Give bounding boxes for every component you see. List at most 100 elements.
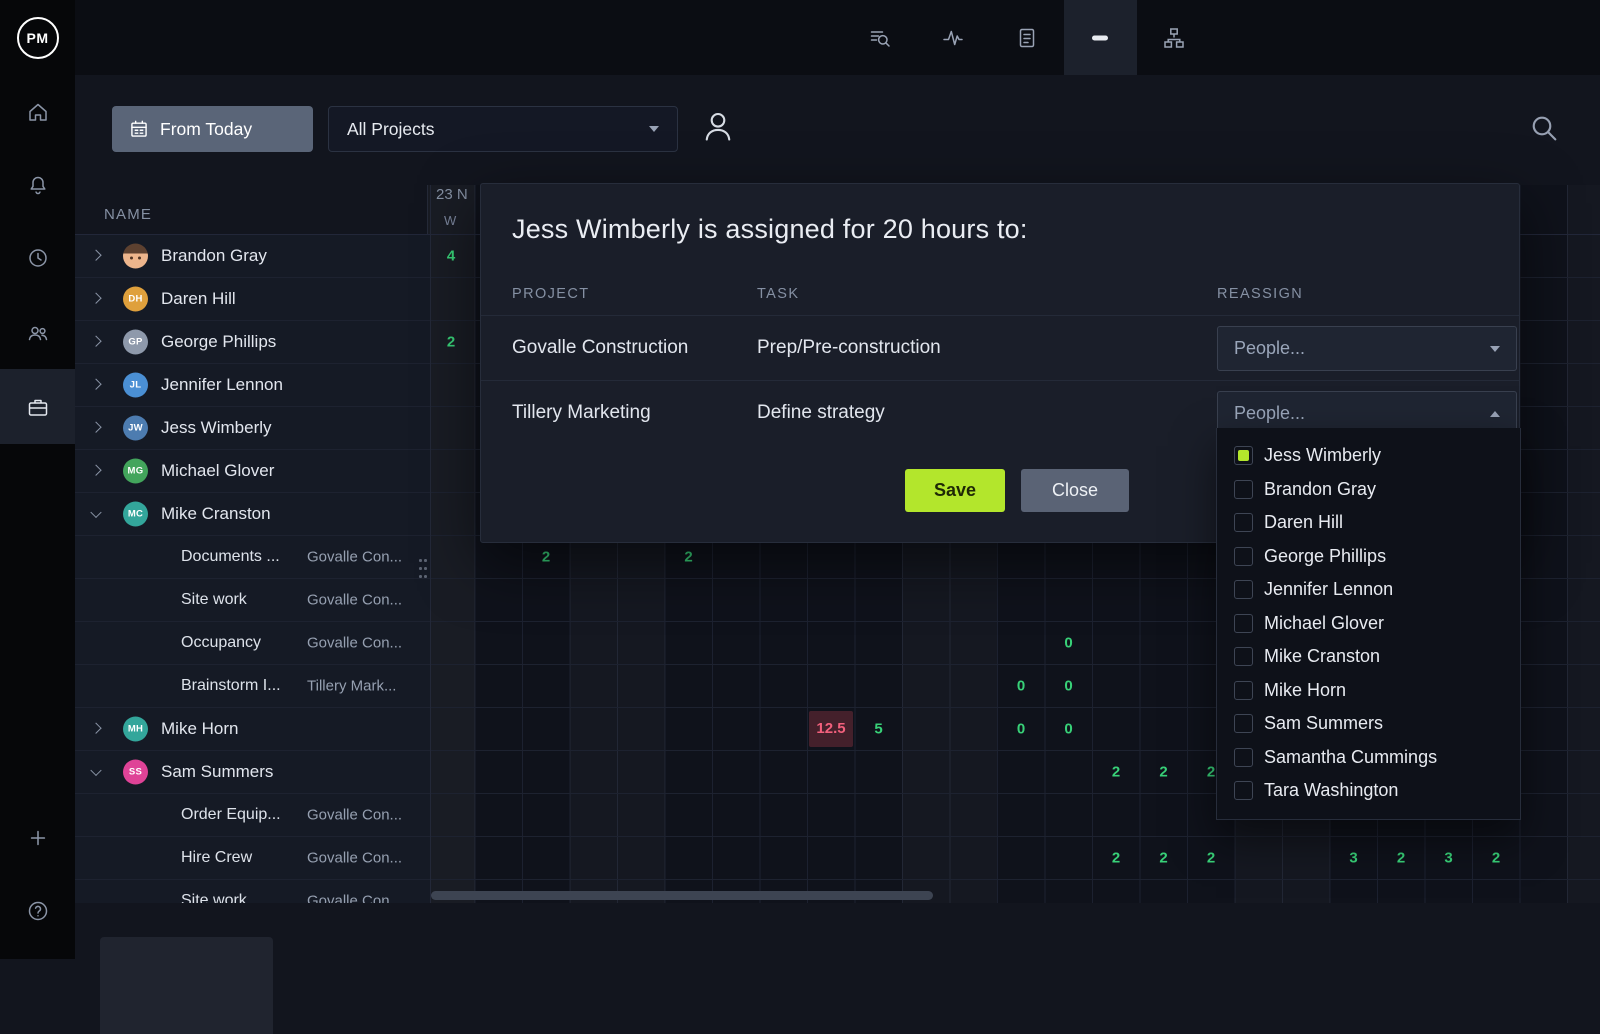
reassign-option[interactable]: Michael Glover <box>1217 607 1520 641</box>
checkbox-unchecked-icon[interactable] <box>1234 714 1253 733</box>
reassign-select-value: People... <box>1234 403 1305 424</box>
reassign-option[interactable]: Daren Hill <box>1217 506 1520 540</box>
reassign-option[interactable]: Mike Cranston <box>1217 640 1520 674</box>
panel-resize-handle[interactable] <box>419 557 428 585</box>
expand-chevron-icon[interactable] <box>90 422 101 433</box>
avatar: GP <box>123 330 148 355</box>
reassign-option[interactable]: Sam Summers <box>1217 707 1520 741</box>
hours-cell[interactable]: 0 <box>997 721 1045 738</box>
hours-cell[interactable]: 5 <box>855 721 903 738</box>
row-name-cell: MGMichael Glover <box>75 450 430 492</box>
project-filter-value: All Projects <box>347 119 435 140</box>
row-name-cell: Brandon Gray <box>75 235 430 277</box>
notifications-icon[interactable] <box>0 147 75 222</box>
checkbox-unchecked-icon[interactable] <box>1234 614 1253 633</box>
expand-chevron-icon[interactable] <box>90 723 101 734</box>
assignment-task: Define strategy <box>757 402 885 424</box>
collapse-chevron-icon[interactable] <box>90 765 101 776</box>
row-name-cell: DHDaren Hill <box>75 278 430 320</box>
person-icon[interactable] <box>700 108 736 149</box>
row-name-cell: MHMike Horn <box>75 708 430 750</box>
tab-notes[interactable] <box>990 0 1064 75</box>
close-button[interactable]: Close <box>1021 469 1129 512</box>
hours-cell[interactable]: 2 <box>522 549 570 566</box>
avatar <box>123 244 148 269</box>
checkbox-unchecked-icon[interactable] <box>1234 547 1253 566</box>
calendar-icon <box>129 119 149 139</box>
hours-cell[interactable]: 2 <box>665 549 713 566</box>
reassign-option[interactable]: Jess Wimberly <box>1217 439 1520 473</box>
expand-chevron-icon[interactable] <box>90 250 101 261</box>
reassign-option[interactable]: Brandon Gray <box>1217 473 1520 507</box>
projects-icon[interactable] <box>0 369 75 444</box>
person-name: Mike Horn <box>161 719 238 739</box>
hours-cell[interactable]: 0 <box>997 678 1045 695</box>
tab-workload[interactable] <box>1064 0 1138 75</box>
checkbox-unchecked-icon[interactable] <box>1234 781 1253 800</box>
reassign-option[interactable]: Mike Horn <box>1217 674 1520 708</box>
bottom-left-panel-partial <box>100 937 273 1034</box>
drag-dots-icon <box>419 559 422 562</box>
checkbox-checked-icon[interactable] <box>1234 446 1253 465</box>
tab-find[interactable] <box>843 0 917 75</box>
home-icon[interactable] <box>0 74 75 149</box>
hours-cell[interactable]: 2 <box>1092 764 1140 781</box>
save-button[interactable]: Save <box>905 469 1005 512</box>
row-name-cell: OccupancyGovalle Con... <box>75 622 430 664</box>
reassign-option[interactable]: Samantha Cummings <box>1217 741 1520 775</box>
hours-cell[interactable]: 2 <box>1187 850 1235 867</box>
checkbox-unchecked-icon[interactable] <box>1234 681 1253 700</box>
project-filter-select[interactable]: All Projects <box>328 106 678 152</box>
row-name-cell: SSSam Summers <box>75 751 430 793</box>
option-label: Michael Glover <box>1264 613 1384 634</box>
hours-cell[interactable]: 2 <box>1140 850 1188 867</box>
hours-cell[interactable]: 3 <box>1425 850 1473 867</box>
option-label: Sam Summers <box>1264 713 1383 734</box>
add-icon[interactable] <box>0 800 75 875</box>
hours-cell[interactable]: 2 <box>1472 850 1520 867</box>
team-icon[interactable] <box>0 295 75 370</box>
reassign-option[interactable]: Jennifer Lennon <box>1217 573 1520 607</box>
person-name: Mike Cranston <box>161 504 271 524</box>
sitemap-icon <box>1162 26 1186 50</box>
hours-cell[interactable]: 2 <box>1140 764 1188 781</box>
tab-sitemap[interactable] <box>1137 0 1211 75</box>
expand-chevron-icon[interactable] <box>90 336 101 347</box>
hours-cell[interactable]: 4 <box>427 248 475 265</box>
search-icon[interactable] <box>1528 112 1560 149</box>
expand-chevron-icon[interactable] <box>90 379 101 390</box>
hours-cell[interactable]: 0 <box>1045 678 1093 695</box>
person-name: George Phillips <box>161 332 276 352</box>
hours-cell[interactable]: 2 <box>427 334 475 351</box>
hours-cell[interactable]: 0 <box>1045 635 1093 652</box>
reassign-option[interactable]: Tara Washington <box>1217 774 1520 808</box>
horizontal-scrollbar-thumb[interactable] <box>431 891 933 900</box>
assignment-row: Govalle ConstructionPrep/Pre-constructio… <box>481 316 1519 380</box>
app-logo[interactable]: PM <box>0 0 75 75</box>
hours-cell[interactable]: 0 <box>1045 721 1093 738</box>
expand-chevron-icon[interactable] <box>90 465 101 476</box>
hours-cell[interactable]: 3 <box>1330 850 1378 867</box>
checkbox-unchecked-icon[interactable] <box>1234 748 1253 767</box>
history-icon[interactable] <box>0 220 75 295</box>
from-today-button[interactable]: From Today <box>112 106 313 152</box>
avatar: SS <box>123 760 148 785</box>
hours-cell[interactable]: 2 <box>1092 850 1140 867</box>
overallocated-hours-cell[interactable]: 12.5 <box>809 711 853 747</box>
tab-activity[interactable] <box>917 0 991 75</box>
checkbox-unchecked-icon[interactable] <box>1234 480 1253 499</box>
checkbox-unchecked-icon[interactable] <box>1234 647 1253 666</box>
topbar-tabs <box>843 0 1211 75</box>
reassign-option[interactable]: George Phillips <box>1217 540 1520 574</box>
collapse-chevron-icon[interactable] <box>90 507 101 518</box>
row-timeline: 2223232 <box>430 837 1600 879</box>
task-row[interactable]: Hire CrewGovalle Con...2223232 <box>75 837 1600 880</box>
checkbox-unchecked-icon[interactable] <box>1234 513 1253 532</box>
reassign-select[interactable]: People... <box>1217 326 1517 371</box>
task-name: Documents ... <box>181 548 280 566</box>
avatar: JW <box>123 416 148 441</box>
hours-cell[interactable]: 2 <box>1377 850 1425 867</box>
help-icon[interactable] <box>0 873 75 948</box>
checkbox-unchecked-icon[interactable] <box>1234 580 1253 599</box>
expand-chevron-icon[interactable] <box>90 293 101 304</box>
